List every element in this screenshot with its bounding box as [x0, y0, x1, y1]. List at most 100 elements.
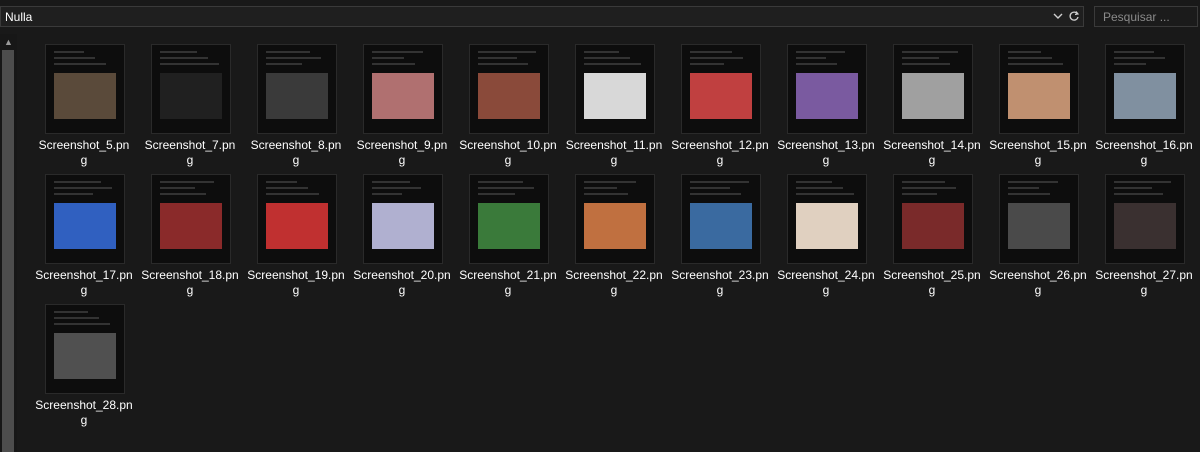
vertical-scrollbar[interactable]: ▲: [0, 34, 17, 452]
file-name-label: Screenshot_23.pn g: [670, 268, 770, 298]
thumbnail-text-line: [1114, 181, 1171, 183]
file-thumbnail: [1105, 174, 1185, 264]
refresh-icon[interactable]: [1067, 10, 1081, 24]
file-item[interactable]: Screenshot_5.pn g: [34, 44, 134, 174]
thumbnail-text-line: [372, 57, 404, 59]
thumbnail-text-line: [54, 187, 112, 189]
file-item[interactable]: Screenshot_11.pn g: [564, 44, 664, 174]
thumbnail-image: [584, 73, 646, 119]
thumbnail-text-line: [160, 57, 208, 59]
file-item[interactable]: Screenshot_12.pn g: [670, 44, 770, 174]
file-item[interactable]: Screenshot_10.pn g: [458, 44, 558, 174]
file-name-line1: Screenshot_19.pn: [247, 268, 345, 282]
chevron-down-icon[interactable]: [1051, 10, 1065, 24]
file-name-line2: g: [504, 153, 512, 167]
search-box[interactable]: Pesquisar ...: [1094, 6, 1198, 27]
file-item[interactable]: Screenshot_24.pn g: [776, 174, 876, 304]
file-name-line2: g: [610, 283, 618, 297]
file-item[interactable]: Screenshot_22.pn g: [564, 174, 664, 304]
thumbnail-text-line: [690, 63, 724, 65]
thumbnail-text-line: [1114, 187, 1152, 189]
file-name-label: Screenshot_24.pn g: [776, 268, 876, 298]
file-item[interactable]: Screenshot_21.pn g: [458, 174, 558, 304]
file-thumbnail: [575, 44, 655, 134]
file-name-line1: Screenshot_10.pn: [459, 138, 557, 152]
thumbnail-image: [1008, 203, 1070, 249]
thumbnail-text-line: [902, 181, 945, 183]
thumbnail-image: [796, 73, 858, 119]
thumbnail-text-line: [54, 63, 106, 65]
file-name-label: Screenshot_7.pn g: [140, 138, 240, 168]
file-item[interactable]: Screenshot_28.pn g: [34, 304, 134, 434]
file-thumbnail: [787, 174, 867, 264]
file-item[interactable]: Screenshot_7.pn g: [140, 44, 240, 174]
file-item[interactable]: Screenshot_20.pn g: [352, 174, 452, 304]
file-name-label: Screenshot_20.pn g: [352, 268, 452, 298]
file-name-label: Screenshot_15.pn g: [988, 138, 1088, 168]
thumbnail-text-line: [690, 51, 732, 53]
thumbnail-text-line: [690, 57, 743, 59]
file-name-line1: Screenshot_9.pn: [356, 138, 448, 152]
thumbnail-image: [266, 203, 328, 249]
file-thumbnail: [999, 44, 1079, 134]
file-name-line1: Screenshot_13.pn: [777, 138, 875, 152]
file-item[interactable]: Screenshot_26.pn g: [988, 174, 1088, 304]
file-name-line2: g: [292, 283, 300, 297]
file-name-label: Screenshot_19.pn g: [246, 268, 346, 298]
file-name-line1: Screenshot_21.pn: [459, 268, 557, 282]
file-item[interactable]: Screenshot_16.pn g: [1094, 44, 1194, 174]
address-path: Nulla: [5, 10, 33, 24]
thumbnail-text-line: [54, 317, 99, 319]
thumbnail-text-line: [54, 323, 110, 325]
thumbnail-image: [478, 73, 540, 119]
file-thumbnail: [363, 44, 443, 134]
file-name-line1: Screenshot_25.pn: [883, 268, 981, 282]
address-bar[interactable]: Nulla: [0, 6, 1084, 27]
thumbnail-image: [690, 73, 752, 119]
file-name-line1: Screenshot_20.pn: [353, 268, 451, 282]
file-item[interactable]: Screenshot_23.pn g: [670, 174, 770, 304]
thumbnail-text-line: [584, 63, 641, 65]
thumbnail-image: [266, 73, 328, 119]
thumbnail-text-line: [266, 57, 321, 59]
thumbnail-image: [902, 203, 964, 249]
file-item[interactable]: Screenshot_9.pn g: [352, 44, 452, 174]
search-input[interactable]: Pesquisar ...: [1103, 10, 1170, 24]
thumbnail-text-line: [478, 57, 517, 59]
file-name-label: Screenshot_25.pn g: [882, 268, 982, 298]
file-thumbnail: [45, 174, 125, 264]
thumbnail-text-line: [266, 187, 308, 189]
thumbnail-text-line: [584, 181, 636, 183]
file-item[interactable]: Screenshot_19.pn g: [246, 174, 346, 304]
file-thumbnail: [893, 174, 973, 264]
thumbnail-text-line: [796, 63, 837, 65]
file-name-line1: Screenshot_18.pn: [141, 268, 239, 282]
thumbnail-text-line: [266, 51, 310, 53]
thumbnail-text-line: [796, 181, 832, 183]
file-item[interactable]: Screenshot_8.pn g: [246, 44, 346, 174]
file-name-line2: g: [822, 283, 830, 297]
file-name-label: Screenshot_9.pn g: [352, 138, 452, 168]
thumbnail-text-line: [902, 187, 956, 189]
file-thumbnail: [257, 174, 337, 264]
file-item[interactable]: Screenshot_15.pn g: [988, 44, 1088, 174]
thumbnail-text-line: [478, 51, 536, 53]
thumbnail-text-line: [160, 63, 219, 65]
file-item[interactable]: Screenshot_13.pn g: [776, 44, 876, 174]
thumbnail-image: [372, 203, 434, 249]
thumbnail-text-line: [584, 187, 617, 189]
file-item[interactable]: Screenshot_14.pn g: [882, 44, 982, 174]
file-item[interactable]: Screenshot_18.pn g: [140, 174, 240, 304]
thumbnail-image: [690, 203, 752, 249]
file-item[interactable]: Screenshot_25.pn g: [882, 174, 982, 304]
thumbnail-image: [54, 73, 116, 119]
file-name-label: Screenshot_17.pn g: [34, 268, 134, 298]
file-name-line1: Screenshot_24.pn: [777, 268, 875, 282]
file-item[interactable]: Screenshot_17.pn g: [34, 174, 134, 304]
scroll-up-arrow-icon[interactable]: ▲: [0, 36, 17, 48]
scroll-thumb[interactable]: [2, 50, 14, 452]
file-item[interactable]: Screenshot_27.pn g: [1094, 174, 1194, 304]
thumbnail-text-line: [690, 187, 730, 189]
file-name-line1: Screenshot_17.pn: [35, 268, 133, 282]
thumbnail-image: [478, 203, 540, 249]
